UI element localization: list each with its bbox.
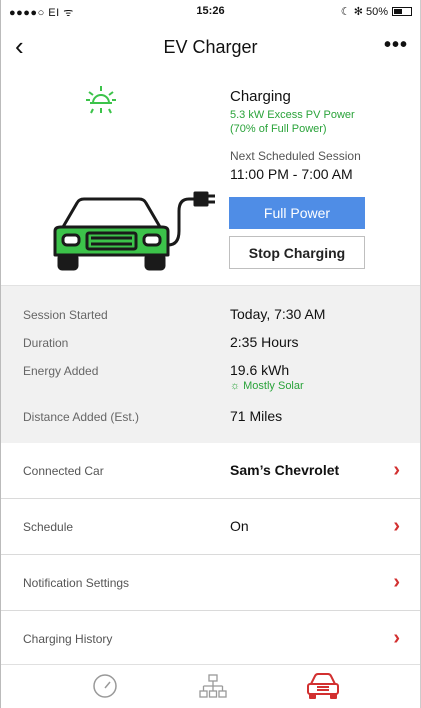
row-notification-settings[interactable]: Notification Settings ›: [1, 555, 420, 611]
row-value: Sam’s Chevrolet: [230, 462, 340, 478]
distance-added-value: 71 Miles: [230, 408, 283, 424]
full-power-button[interactable]: Full Power: [229, 197, 365, 229]
row-connected-car[interactable]: Connected Car Sam’s Chevrolet ›: [1, 443, 420, 499]
percent-full-power: (70% of Full Power): [230, 123, 327, 135]
network-icon: [199, 674, 227, 698]
excess-pv-power: 5.3 kW Excess PV Power: [230, 109, 355, 121]
charging-panel: Charging 5.3 kW Excess PV Power (70% of …: [1, 72, 420, 285]
battery-icon: [392, 7, 412, 16]
row-label: Schedule: [23, 520, 74, 534]
session-started-label: Session Started: [23, 308, 108, 322]
tab-network[interactable]: [195, 671, 231, 701]
row-value: On: [230, 518, 249, 534]
energy-source: ☼ Mostly Solar: [230, 380, 304, 392]
duration-label: Duration: [23, 336, 69, 350]
gauge-icon: [93, 674, 117, 698]
row-schedule[interactable]: Schedule On ›: [1, 499, 420, 555]
charging-power-info: 5.3 kW Excess PV Power (70% of Full Powe…: [230, 108, 355, 136]
duration-value: 2:35 Hours: [230, 334, 299, 350]
sun-small-icon: ☼: [230, 380, 244, 392]
page-title: EV Charger: [163, 37, 258, 57]
row-label: Charging History: [23, 632, 113, 646]
status-bar: ●●●●○ EI ᯤ 15:26 ☾ ✻ 50%: [1, 0, 420, 22]
row-label: Notification Settings: [23, 576, 130, 590]
sun-icon: [86, 86, 116, 114]
row-label: Connected Car: [23, 464, 104, 478]
battery-level: [394, 9, 402, 14]
more-icon[interactable]: •••: [384, 34, 408, 57]
energy-added-label: Energy Added: [23, 364, 99, 378]
chevron-right-icon[interactable]: ›: [393, 459, 400, 482]
session-started-value: Today, 7:30 AM: [230, 306, 326, 322]
chevron-right-icon[interactable]: ›: [393, 515, 400, 538]
next-session-label: Next Scheduled Session: [230, 149, 361, 163]
energy-source-label: Mostly Solar: [243, 380, 304, 392]
car-icon: [307, 673, 339, 699]
row-charging-history[interactable]: Charging History ›: [1, 611, 420, 667]
next-session-time: 11:00 PM - 7:00 AM: [230, 166, 353, 182]
nav-bar: ‹ EV Charger •••: [1, 22, 420, 72]
battery-text: ☾ ✻ 50%: [340, 6, 388, 18]
tab-bar: [1, 664, 420, 708]
energy-added-value: 19.6 kWh: [230, 362, 290, 378]
chevron-right-icon[interactable]: ›: [393, 571, 400, 594]
car-charging-icon: [53, 191, 215, 271]
distance-added-label: Distance Added (Est.): [23, 410, 140, 424]
tab-dashboard[interactable]: [87, 671, 123, 701]
app-screen: ●●●●○ EI ᯤ 15:26 ☾ ✻ 50% ‹ EV Charger ••…: [0, 0, 421, 708]
tab-ev-charger[interactable]: [305, 671, 341, 701]
stop-charging-button[interactable]: Stop Charging: [229, 236, 365, 269]
chevron-right-icon[interactable]: ›: [393, 627, 400, 650]
session-details: Session Started Today, 7:30 AM Duration …: [1, 285, 420, 443]
charging-status: Charging: [230, 88, 291, 105]
status-right: ☾ ✻ 50%: [341, 5, 412, 18]
